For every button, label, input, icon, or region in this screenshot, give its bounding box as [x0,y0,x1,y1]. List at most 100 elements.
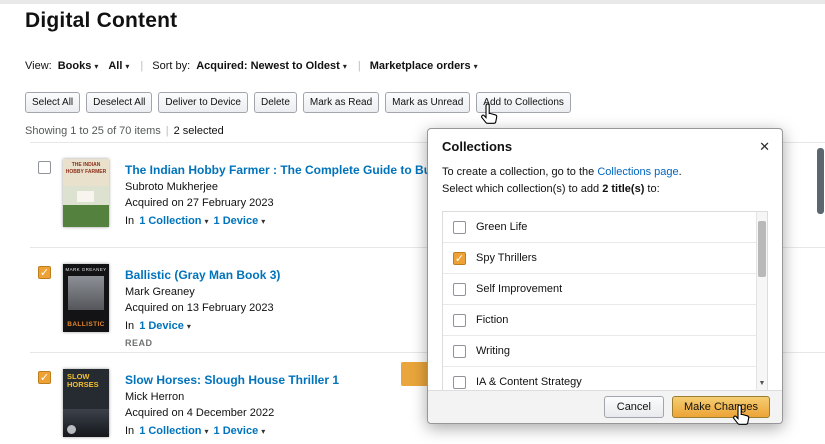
collection-checkbox[interactable] [453,375,466,389]
devices-count-dropdown[interactable]: 1 Device ▾ [139,320,191,332]
book-author: Mark Greaney [125,286,195,298]
caret-down-icon: ▾ [342,61,347,71]
modal-title: Collections [442,139,513,154]
cover-art [67,425,76,434]
read-status-badge: READ [125,338,153,348]
selected-count: 2 selected [173,125,224,137]
book-cover[interactable]: MARK GREANEY BALLISTIC [63,264,109,332]
filter-separator: | [357,60,361,72]
page-title: Digital Content [25,9,178,32]
mark-as-unread-button[interactable]: Mark as Unread [385,92,471,113]
row-checkbox[interactable] [38,161,51,174]
cover-title-text: SLOW HORSES [67,372,99,390]
devices-count-dropdown[interactable]: 1 Device ▾ [214,215,266,227]
add-to-collections-button[interactable]: Add to Collections [476,92,571,113]
cancel-button[interactable]: Cancel [603,396,664,418]
cover-title-text: THE INDIAN HOBBY FARMER [65,162,107,175]
in-label: In [125,320,135,332]
list-scrollbar[interactable]: ▼ [756,212,767,390]
modal-intro: To create a collection, go to the Collec… [428,156,782,197]
create-collection-hint: To create a collection, go to the Collec… [442,166,682,178]
close-icon[interactable]: ✕ [759,140,770,153]
collection-name: Self Improvement [476,283,563,295]
collection-item[interactable]: Green Life [443,212,767,243]
cover-author-text: MARK GREANEY [65,267,107,272]
collection-checkbox[interactable] [453,282,466,296]
devices-count-dropdown[interactable]: 1 Device ▾ [214,425,266,437]
collections-count-dropdown[interactable]: 1 Collection ▾ [139,425,208,437]
cover-title-text: BALLISTIC [67,321,105,328]
collection-name: IA & Content Strategy [476,376,582,388]
digital-content-page: Digital Content View: Books ▾ All ▾ | Sort… [0,0,825,444]
collection-item[interactable]: IA & Content Strategy [443,367,767,390]
collection-name: Green Life [476,221,528,233]
caret-down-icon: ▾ [261,216,266,226]
view-all-dropdown[interactable]: All ▾ [108,60,129,72]
select-collections-instruction: Select which collection(s) to add 2 titl… [442,182,660,195]
collection-checkbox[interactable] [453,220,466,234]
book-cover[interactable]: SLOW HORSES [63,369,109,437]
caret-down-icon: ▾ [204,216,209,226]
view-label: View: [25,60,52,72]
deselect-all-button[interactable]: Deselect All [86,92,153,113]
check-icon: ✓ [454,252,465,265]
collection-list: Green Life ✓ Spy Thrillers Self Improvem… [442,211,768,391]
collection-item[interactable]: Self Improvement [443,274,767,305]
modal-header: Collections ✕ [428,129,782,156]
delete-button[interactable]: Delete [253,92,297,113]
obscured-element-fragment [401,362,429,386]
results-status: Showing 1 to 25 of 70 items | 2 selected [25,125,224,137]
view-books-dropdown[interactable]: Books ▾ [58,60,99,72]
check-icon: ✓ [39,267,50,279]
mark-as-read-button[interactable]: Mark as Read [302,92,380,113]
marketplace-orders-dropdown[interactable]: Marketplace orders ▾ [370,60,478,72]
collection-item[interactable]: ✓ Spy Thrillers [443,243,767,274]
check-icon: ✓ [39,372,50,384]
filter-bar: View: Books ▾ All ▾ | Sort by: Acquired: N… [25,60,488,72]
caret-down-icon: ▾ [473,61,478,71]
collection-checkbox[interactable] [453,313,466,327]
caret-down-icon: ▾ [125,61,130,71]
collection-item[interactable]: Writing [443,336,767,367]
row-checkbox[interactable]: ✓ [38,266,51,279]
book-meta: In 1 Collection ▾ 1 Device ▾ [125,425,339,437]
sort-dropdown[interactable]: Acquired: Newest to Oldest ▾ [196,60,347,72]
selected-titles-count: 2 title(s) [602,182,645,195]
book-info: Ballistic (Gray Man Book 3) Mark Greaney… [125,268,280,348]
collection-checkbox[interactable] [453,344,466,358]
sort-by-label: Sort by: [152,60,191,72]
cover-art [68,276,104,310]
caret-down-icon: ▾ [186,321,191,331]
filter-separator: | [140,60,144,72]
collections-count-dropdown[interactable]: 1 Collection ▾ [139,215,208,227]
showing-count: Showing 1 to 25 of 70 items [25,125,161,137]
book-info: Slow Horses: Slough House Thriller 1 Mic… [125,373,339,437]
in-label: In [125,425,135,437]
scroll-down-icon[interactable]: ▼ [757,377,767,390]
book-title-link[interactable]: Slow Horses: Slough House Thriller 1 [125,373,339,387]
row-checkbox[interactable]: ✓ [38,371,51,384]
bulk-actions-toolbar: Select All Deselect All Deliver to Devic… [25,92,571,113]
caret-down-icon: ▾ [204,426,209,436]
book-author: Mick Herron [125,391,185,403]
acquired-date: Acquired on 4 December 2022 [125,407,275,419]
book-title-link[interactable]: Ballistic (Gray Man Book 3) [125,268,280,282]
select-all-button[interactable]: Select All [25,92,81,113]
collections-modal: Collections ✕ To create a collection, go… [427,128,783,424]
status-separator: | [165,125,169,137]
deliver-to-device-button[interactable]: Deliver to Device [158,92,248,113]
in-label: In [125,215,135,227]
collection-name: Writing [476,345,511,357]
list-scrollbar-thumb[interactable] [758,221,766,277]
caret-down-icon: ▾ [94,61,99,71]
caret-down-icon: ▾ [261,426,266,436]
make-changes-button[interactable]: Make Changes [672,396,770,418]
book-cover[interactable]: THE INDIAN HOBBY FARMER [63,159,109,227]
collection-name: Fiction [476,314,509,326]
modal-footer: Cancel Make Changes [428,390,782,423]
page-scrollbar-thumb[interactable] [817,148,824,214]
collection-checkbox[interactable]: ✓ [453,251,466,265]
cover-art [77,191,94,202]
collections-page-link[interactable]: Collections page [597,166,678,178]
collection-item[interactable]: Fiction [443,305,767,336]
